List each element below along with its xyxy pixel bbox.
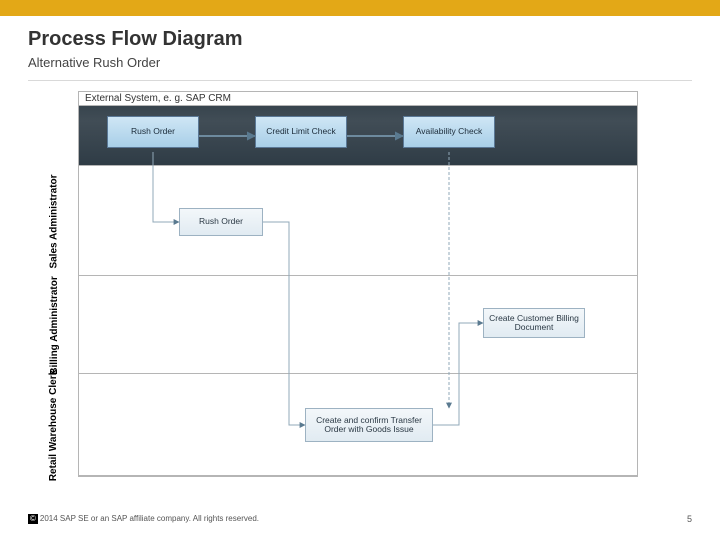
- step-ext-rush-order: Rush Order: [107, 116, 199, 148]
- lane-external: External System, e. g. SAP CRM Rush Orde…: [79, 92, 637, 166]
- copyright: ©2014 SAP SE or an SAP affiliate company…: [28, 514, 259, 524]
- lane-label-billing-text: Billing Administrator: [49, 276, 60, 375]
- page-number: 5: [687, 514, 692, 524]
- copyright-text: 2014 SAP SE or an SAP affiliate company.…: [40, 514, 259, 523]
- lane-sales: [79, 166, 637, 276]
- page-title: Process Flow Diagram: [28, 28, 692, 51]
- lane-label-retail: Retail Warehouse Clerk: [29, 374, 79, 476]
- step-create-billing-doc: Create Customer Billing Document: [483, 308, 585, 338]
- lane-label-billing: Billing Administrator: [29, 276, 79, 374]
- step-create-transfer-order: Create and confirm Transfer Order with G…: [305, 408, 433, 442]
- process-flow-diagram: Sales Administrator Billing Administrato…: [78, 91, 638, 477]
- lane-label-sales-text: Sales Administrator: [49, 174, 60, 268]
- step-sales-rush-order: Rush Order: [179, 208, 263, 236]
- page-subtitle: Alternative Rush Order: [28, 55, 692, 70]
- lane-label-sales: Sales Administrator: [29, 166, 79, 276]
- copyright-symbol: ©: [28, 514, 38, 524]
- lane-label-retail-text: Retail Warehouse Clerk: [49, 369, 60, 480]
- lane-external-title: External System, e. g. SAP CRM: [79, 92, 637, 106]
- brand-bar: [0, 0, 720, 16]
- step-ext-availability-check: Availability Check: [403, 116, 495, 148]
- divider: [28, 80, 692, 81]
- step-ext-credit-check: Credit Limit Check: [255, 116, 347, 148]
- footer: ©2014 SAP SE or an SAP affiliate company…: [28, 514, 692, 524]
